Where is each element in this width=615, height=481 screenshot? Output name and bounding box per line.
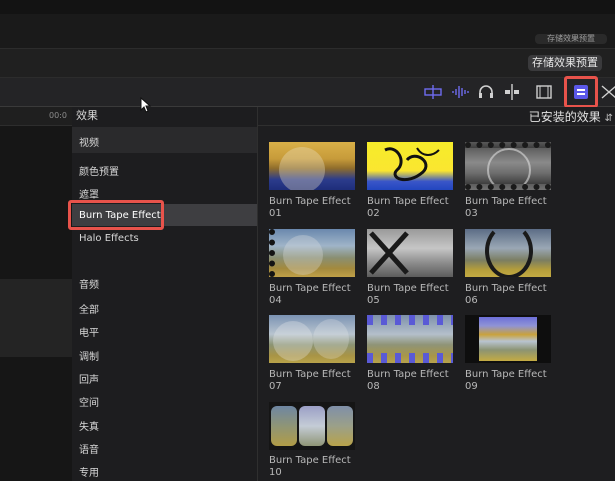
sidebar-item-distortion[interactable]: 失真: [79, 418, 99, 433]
thumb-overlay: [273, 321, 313, 361]
effect-thumbnail-05[interactable]: [367, 229, 453, 277]
installed-effects-label: 已安装的效果: [528, 110, 601, 124]
tape-stripe: [367, 315, 453, 325]
transitions-icon[interactable]: [600, 83, 615, 101]
effect-label-06: Burn Tape Effect 06: [465, 283, 547, 306]
sidebar-title: 效果: [76, 109, 98, 122]
timeline-track: [0, 279, 72, 357]
sidebar-item-echo[interactable]: 回声: [79, 371, 99, 386]
effect-label-08: Burn Tape Effect 08: [367, 369, 449, 392]
effect-label-10: Burn Tape Effect 10: [269, 455, 351, 478]
effect-thumbnail-07[interactable]: [269, 315, 355, 363]
thumb-inner: [479, 317, 537, 361]
effect-thumbnail-09[interactable]: [465, 315, 551, 363]
mouse-cursor-icon: [140, 97, 152, 113]
thumb-panel-1: [271, 406, 297, 446]
section-label-video: 视频: [79, 138, 99, 149]
effect-thumbnail-10[interactable]: [269, 402, 355, 450]
effect-thumbnail-08[interactable]: [367, 315, 453, 363]
sidebar-item-color-presets[interactable]: 颜色预置: [79, 163, 119, 178]
effects-browser-icon[interactable]: [572, 83, 590, 101]
scribble-overlay: [384, 147, 440, 182]
video-scope-icon[interactable]: [424, 83, 442, 101]
sidebar-item-modulation[interactable]: 调制: [79, 348, 99, 363]
sidebar-item-specialized[interactable]: 专用: [79, 464, 99, 479]
sidebar-item-all[interactable]: 全部: [79, 301, 99, 316]
sidebar-item-masks[interactable]: 遮罩: [79, 186, 99, 201]
filmstrip-icon[interactable]: [535, 83, 553, 101]
effect-label-03: Burn Tape Effect 03: [465, 196, 547, 219]
effect-label-04: Burn Tape Effect 04: [269, 283, 351, 306]
timeline-area: [0, 107, 72, 481]
save-effect-preset-button[interactable]: 存储效果预置: [528, 55, 602, 71]
thumb-overlay: [485, 229, 533, 277]
sidebar-item-space[interactable]: 空间: [79, 394, 99, 409]
effect-label-02: Burn Tape Effect 02: [367, 196, 449, 219]
thumb-overlay: [283, 235, 323, 275]
tape-stripe-bottom: [367, 353, 453, 363]
effect-thumbnail-03[interactable]: [465, 142, 551, 190]
installed-effects-dropdown[interactable]: 已安装的效果 ⇵: [529, 108, 613, 125]
effects-sidebar: 视频 颜色预置 遮罩 Burn Tape Effect Halo Effects…: [68, 107, 258, 481]
browser-toolbar: [0, 76, 615, 108]
effect-label-01: Burn Tape Effect 01: [269, 196, 351, 219]
upper-toolbar: 存储效果预置: [0, 14, 615, 49]
sidebar-item-burn-tape-effect[interactable]: Burn Tape Effect: [79, 210, 161, 221]
thumb-panel-2: [299, 406, 325, 446]
effect-thumbnail-04[interactable]: [269, 229, 355, 277]
skimming-icon[interactable]: [503, 83, 521, 101]
sidebar-item-halo-effects[interactable]: Halo Effects: [79, 233, 139, 244]
audio-meter-icon[interactable]: [451, 83, 469, 101]
sidebar-section-audio[interactable]: 音频: [79, 276, 99, 291]
effect-thumbnail-06[interactable]: [465, 229, 551, 277]
top-strip: [0, 0, 615, 14]
thumb-overlay: [279, 147, 325, 190]
x-mark-overlay: [369, 231, 409, 275]
effects-browser-button-highlight[interactable]: [564, 76, 598, 108]
effect-label-05: Burn Tape Effect 05: [367, 283, 449, 306]
effect-thumbnail-01[interactable]: [269, 142, 355, 190]
save-preset-pill-top[interactable]: 存储效果预置: [535, 34, 607, 44]
thumb-panel-3: [327, 406, 353, 446]
timeline-ruler: 00:0: [0, 107, 72, 126]
sidebar-section-video[interactable]: 视频: [72, 127, 257, 153]
effect-label-07: Burn Tape Effect 07: [269, 369, 351, 392]
effect-thumbnail-02[interactable]: [367, 142, 453, 190]
sidebar-item-voice[interactable]: 语音: [79, 441, 99, 456]
effect-label-09: Burn Tape Effect 09: [465, 369, 547, 392]
thumb-overlay-2: [313, 319, 349, 359]
sidebar-item-levels[interactable]: 电平: [79, 324, 99, 339]
inspector-bar: 存储效果预置: [0, 49, 615, 78]
thumb-overlay: [487, 148, 531, 184]
timecode-label: 00:0: [49, 111, 67, 120]
headphones-icon[interactable]: [477, 83, 495, 101]
chevron-updown-icon: ⇵: [604, 113, 613, 124]
